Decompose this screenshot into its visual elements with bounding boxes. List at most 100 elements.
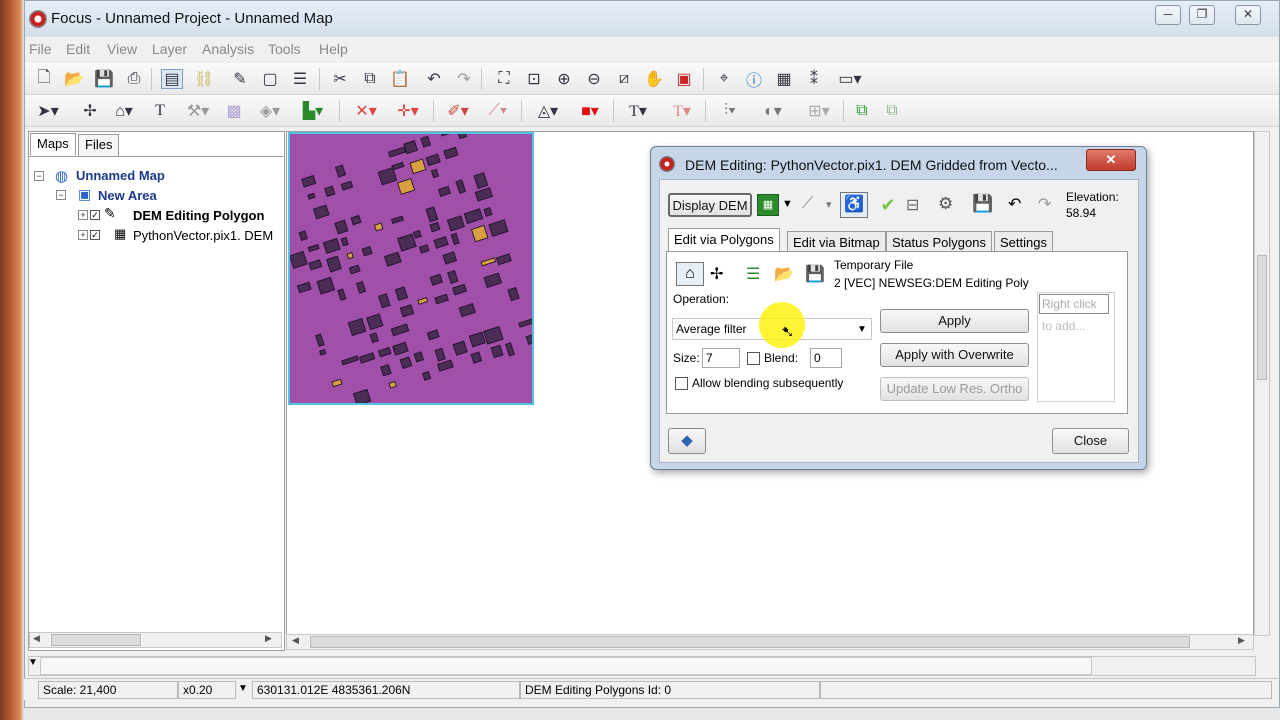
- dialog-undo-icon[interactable]: ↶: [1008, 194, 1021, 214]
- allow-blending-checkbox[interactable]: [675, 377, 688, 390]
- dialog-close-x-button[interactable]: ✕: [1086, 149, 1136, 171]
- edit-vertices-icon[interactable]: ✢: [710, 264, 723, 284]
- tab-settings[interactable]: Settings: [994, 231, 1053, 253]
- mark-icon[interactable]: ✕▾: [349, 101, 383, 121]
- colormap-dropdown-icon[interactable]: ▼: [782, 198, 793, 210]
- polygon-icon[interactable]: ⌂▾: [107, 101, 141, 121]
- redo-icon[interactable]: ↷: [453, 69, 475, 89]
- zoom-extent-icon[interactable]: ⛶: [493, 69, 515, 89]
- scroll-left-arrow-icon[interactable]: ◀: [33, 633, 40, 644]
- dialog-redo-icon[interactable]: ↷: [1038, 194, 1051, 214]
- restore-button[interactable]: ❐: [1189, 5, 1215, 25]
- apply-button[interactable]: Apply: [880, 309, 1029, 333]
- menu-file[interactable]: File: [29, 41, 52, 57]
- copy-icon[interactable]: ⧉: [359, 69, 381, 89]
- zoom-in-icon[interactable]: ⊕: [553, 69, 575, 89]
- tree-layer1-label[interactable]: DEM Editing Polygon: [133, 208, 264, 223]
- accept-check-icon[interactable]: ✔: [877, 195, 899, 217]
- zoom-out-icon[interactable]: ⊖: [583, 69, 605, 89]
- undo-icon[interactable]: ↶: [423, 69, 445, 89]
- report-icon[interactable]: ▭▾: [833, 69, 867, 89]
- operation-dropdown-icon[interactable]: ▼: [857, 324, 867, 335]
- line-icon[interactable]: ⟋▾: [481, 101, 515, 121]
- dem-raster-image[interactable]: [288, 132, 534, 405]
- cut-icon[interactable]: ✂: [329, 69, 351, 89]
- dem-colormap-icon[interactable]: ▦: [757, 194, 779, 216]
- layer1-visibility-checkbox[interactable]: ✓: [90, 210, 100, 220]
- save-dem-icon[interactable]: 💾: [972, 194, 993, 214]
- eraser-icon[interactable]: ✎: [229, 69, 251, 89]
- tree-area-label[interactable]: New Area: [98, 188, 157, 203]
- align-icon[interactable]: ⫶▾: [713, 101, 747, 121]
- tab-edit-via-polygons[interactable]: Edit via Polygons: [668, 228, 780, 252]
- tab-maps[interactable]: Maps: [30, 133, 76, 155]
- tree-collapse-map[interactable]: −: [34, 171, 44, 181]
- line-tool-icon[interactable]: ⟋: [802, 195, 813, 213]
- left-panel-scroll-thumb[interactable]: [51, 634, 141, 646]
- vertex-edit-icon[interactable]: ✢: [79, 101, 101, 121]
- select-features-icon[interactable]: ⁑: [803, 69, 825, 89]
- tab-edit-via-bitmap[interactable]: Edit via Bitmap: [787, 231, 886, 253]
- open-folder-icon[interactable]: 📂: [63, 69, 85, 89]
- zoom-dropdown-icon[interactable]: ▼: [238, 683, 248, 694]
- paste-icon[interactable]: 📋: [389, 69, 411, 89]
- layers-icon[interactable]: ☰: [289, 69, 311, 89]
- minimize-button[interactable]: ─: [1155, 5, 1181, 25]
- accessibility-tool-icon[interactable]: ♿: [840, 192, 868, 218]
- map-vscrollbar[interactable]: [1254, 131, 1270, 636]
- close-window-button[interactable]: ✕: [1235, 5, 1261, 25]
- save-polygons-icon[interactable]: 💾: [805, 264, 825, 284]
- new-file-icon[interactable]: 🗋: [33, 69, 55, 89]
- tree-expand-layer1[interactable]: +: [78, 210, 88, 220]
- map-hscroll-thumb[interactable]: [310, 636, 1190, 648]
- pen-icon[interactable]: ✐▾: [441, 101, 475, 121]
- update-low-res-ortho-button[interactable]: Update Low Res. Ortho: [880, 377, 1029, 401]
- info-icon[interactable]: ⓘ: [743, 69, 765, 90]
- frame-tool-icon[interactable]: ⊟: [906, 195, 919, 215]
- menu-analysis[interactable]: Analysis: [202, 41, 254, 57]
- image-icon[interactable]: ▣: [673, 69, 695, 89]
- palette-icon[interactable]: ▩: [223, 101, 245, 121]
- font-icon[interactable]: T▾: [621, 101, 655, 121]
- tab-status-polygons[interactable]: Status Polygons: [886, 231, 992, 253]
- toggle-view-icon[interactable]: ▤: [161, 69, 183, 89]
- apply-with-overwrite-button[interactable]: Apply with Overwrite: [880, 343, 1029, 367]
- font-color-icon[interactable]: T▾: [665, 101, 699, 121]
- save-icon[interactable]: 💾: [93, 69, 115, 89]
- pointer-icon[interactable]: ➤▾: [33, 101, 63, 121]
- menu-view[interactable]: View: [107, 41, 137, 57]
- tree-layer2-label[interactable]: PythonVector.pix1. DEM: [133, 228, 279, 243]
- help-icon[interactable]: ◆: [668, 428, 706, 454]
- dialog-close-button[interactable]: Close: [1052, 428, 1129, 454]
- tree-expand-layer2[interactable]: +: [78, 230, 88, 240]
- tree-collapse-area[interactable]: −: [56, 190, 66, 200]
- map-scroll-left-icon[interactable]: ◀: [292, 635, 299, 646]
- menu-edit[interactable]: Edit: [66, 41, 90, 57]
- fill-icon[interactable]: ▙▾: [293, 101, 333, 121]
- tab-files[interactable]: Files: [78, 134, 120, 156]
- distribute-icon[interactable]: ◐▾: [753, 101, 793, 121]
- draw-polygon-icon[interactable]: ⌂: [676, 262, 704, 286]
- blend-checkbox[interactable]: [747, 352, 760, 365]
- size-input[interactable]: 7: [702, 348, 740, 368]
- layer-up-icon[interactable]: ⧉: [851, 101, 873, 121]
- map-vscroll-thumb[interactable]: [1257, 255, 1267, 380]
- layer2-visibility-checkbox[interactable]: ✓: [90, 230, 100, 240]
- message-dropdown-icon[interactable]: ▼: [28, 657, 38, 668]
- pan-hand-icon[interactable]: ✋: [643, 69, 665, 89]
- text-icon[interactable]: T: [149, 101, 171, 121]
- open-polygons-icon[interactable]: 📂: [774, 264, 794, 284]
- scroll-right-arrow-icon[interactable]: ▶: [265, 633, 272, 644]
- map-scroll-right-icon[interactable]: ▶: [1238, 635, 1245, 646]
- settings-tool-icon[interactable]: ⚙: [938, 194, 953, 214]
- link-icon[interactable]: ⛓: [193, 69, 215, 89]
- order-icon[interactable]: ⊞▾: [799, 101, 839, 121]
- color-swatch-icon[interactable]: ■▾: [573, 101, 607, 121]
- blend-input[interactable]: 0: [810, 348, 842, 368]
- menu-help[interactable]: Help: [319, 41, 348, 57]
- menu-layer[interactable]: Layer: [152, 41, 187, 57]
- frame-icon[interactable]: ▢: [259, 69, 281, 89]
- layer-down-icon[interactable]: ⧉: [881, 101, 903, 121]
- print-icon[interactable]: ⎙: [123, 69, 145, 89]
- layer-stack-icon[interactable]: ☰: [746, 264, 760, 284]
